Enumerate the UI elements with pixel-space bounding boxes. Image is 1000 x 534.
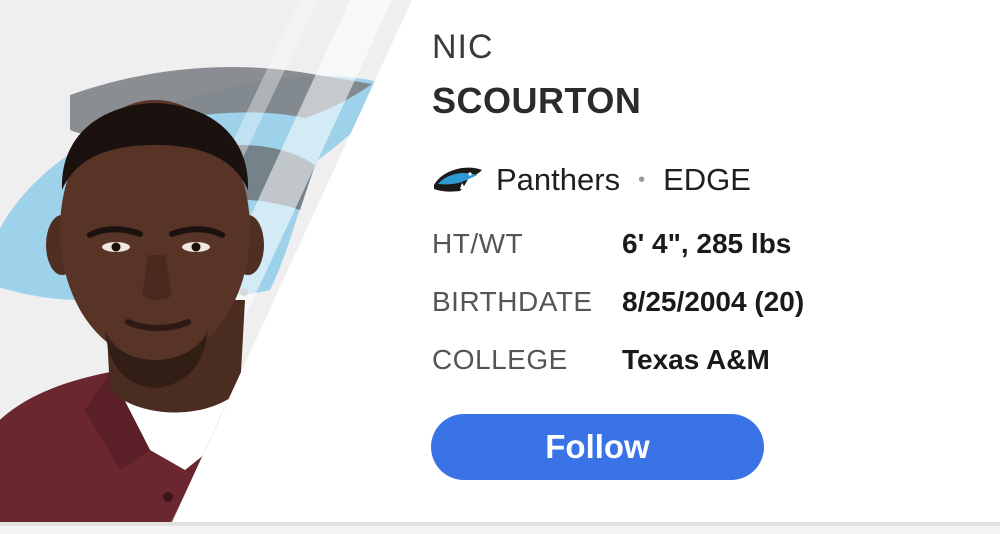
team-position-row: Panthers • EDGE	[432, 158, 751, 202]
stat-row-birthdate: BIRTHDATE 8/25/2004 (20)	[432, 286, 952, 326]
stat-value: 6' 4", 285 lbs	[622, 228, 792, 259]
stat-value: 8/25/2004 (20)	[622, 286, 805, 317]
stat-value: Texas A&M	[622, 344, 770, 375]
stat-label: COLLEGE	[432, 344, 568, 375]
player-position: EDGE	[663, 162, 751, 197]
stat-row-college: COLLEGE Texas A&M	[432, 344, 952, 384]
stat-row-height-weight: HT/WT 6' 4", 285 lbs	[432, 228, 952, 268]
follow-button[interactable]: Follow	[431, 414, 764, 480]
player-last-name: SCOURTON	[432, 80, 642, 121]
stat-label: BIRTHDATE	[432, 286, 593, 317]
next-section-strip	[0, 526, 1000, 534]
stat-label: HT/WT	[432, 228, 524, 259]
player-headshot-panel	[0, 0, 460, 522]
separator-dot: •	[638, 168, 646, 191]
team-name[interactable]: Panthers	[496, 162, 620, 198]
player-profile-card: NIC SCOURTON Panthers • EDGE HT/WT 6' 4"…	[0, 0, 1000, 522]
player-first-name: NIC	[432, 28, 494, 66]
panthers-logo-icon[interactable]	[432, 165, 484, 195]
